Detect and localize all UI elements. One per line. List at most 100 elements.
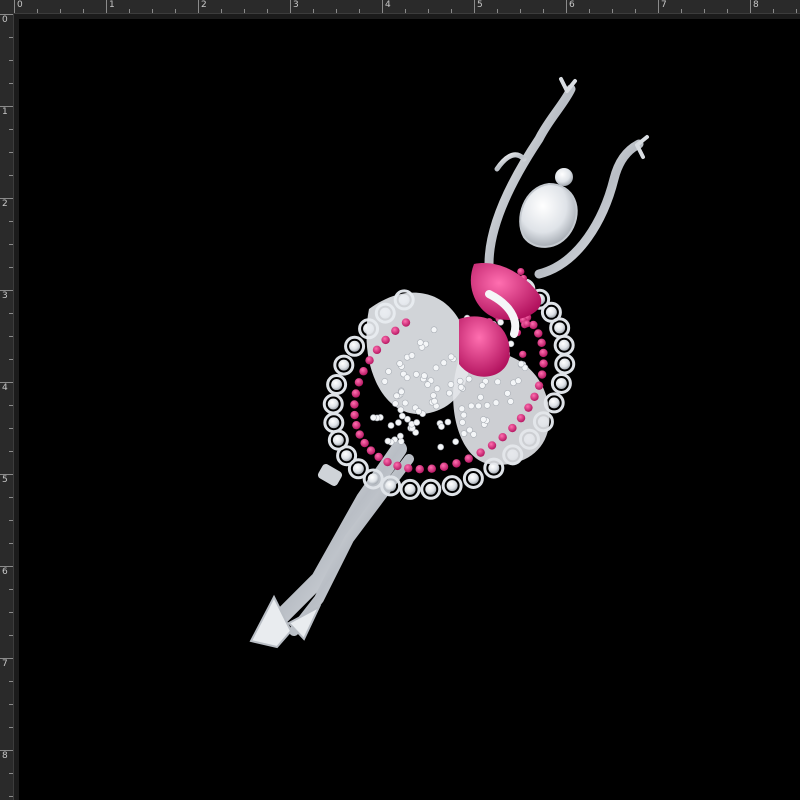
pave-stone: [397, 438, 405, 445]
ruler-label: 3: [2, 291, 8, 301]
ruler-tick: [9, 405, 13, 406]
pave-stone: [438, 423, 445, 430]
ruler-tick: [9, 796, 13, 797]
ruby-stone: [354, 378, 364, 387]
bezel-crystal: [555, 377, 567, 389]
pave-stone: [381, 378, 389, 385]
pave-stone: [468, 402, 475, 410]
pave-stone: [504, 390, 511, 397]
ruby-stone: [476, 448, 485, 457]
bezel-crystal: [352, 463, 364, 475]
pave-stone: [480, 416, 487, 423]
pave-stone: [415, 408, 422, 415]
ruby-stone: [519, 350, 527, 358]
ruby-stone: [534, 329, 543, 338]
ruler-tick: [681, 9, 682, 13]
ruby-stone: [359, 367, 368, 376]
bezel-crystal: [327, 398, 339, 410]
bezel-crystal: [446, 480, 458, 492]
ballerina-brooch-icon: [249, 77, 649, 649]
pave-stone: [395, 419, 402, 426]
ruler-tick: [267, 9, 268, 13]
ruler-tick: [543, 9, 544, 13]
ruby-stone: [381, 335, 390, 345]
horizontal-ruler[interactable]: 0 1 2 3 4 5 6 7 8: [14, 0, 800, 14]
pave-stone: [384, 437, 392, 445]
pave-stone: [420, 372, 428, 379]
pave-stone: [403, 374, 411, 381]
ruby-stone: [498, 432, 507, 442]
ruler-label: 4: [385, 0, 391, 10]
canvas-area[interactable]: [14, 14, 800, 800]
ruby-stone: [365, 356, 374, 365]
ruler-tick: [9, 727, 13, 728]
ruler-tick: [198, 0, 199, 13]
ruler-tick: [9, 773, 13, 774]
ruler-tick: [9, 681, 13, 682]
pave-stone: [494, 378, 501, 386]
pave-stone: [370, 414, 377, 421]
pave-stone: [396, 360, 404, 367]
ruby-stone: [374, 452, 383, 462]
ruler-tick: [497, 9, 498, 13]
ruby-stone: [360, 438, 369, 448]
image-canvas[interactable]: [19, 19, 800, 800]
ruler-tick: [428, 9, 429, 13]
ruler-tick: [83, 9, 84, 13]
ruler-tick: [750, 0, 751, 13]
ruby-stone: [404, 464, 413, 473]
ruler-tick: [9, 612, 13, 613]
pave-stone: [446, 389, 453, 397]
pave-stone: [492, 399, 500, 406]
ruler-label: 8: [753, 0, 759, 10]
ruler-tick: [336, 9, 337, 13]
pave-stone: [432, 364, 440, 372]
bezel-crystal: [404, 483, 416, 495]
pave-stone: [457, 383, 465, 391]
ruby-stone: [537, 370, 547, 379]
ruler-label: 6: [569, 0, 575, 10]
pave-stone: [458, 405, 466, 413]
pave-stone: [517, 360, 525, 368]
ruler-tick: [9, 60, 13, 61]
pave-stone: [408, 352, 416, 359]
bezel-crystal: [341, 450, 353, 462]
ruler-label: 7: [2, 659, 8, 669]
pave-stone: [424, 381, 431, 388]
pave-stone: [460, 411, 468, 419]
ruby-stone: [508, 423, 517, 433]
ruler-label: 3: [293, 0, 299, 10]
bezel-crystal: [349, 340, 361, 352]
ruler-tick: [9, 359, 13, 360]
bezel-crystal: [545, 306, 557, 318]
ruler-tick: [290, 0, 291, 13]
vertical-ruler[interactable]: 0 1 2 3 4 5 6 7 8: [0, 14, 14, 800]
ruler-tick: [796, 9, 797, 13]
ruby-stone: [534, 381, 544, 390]
ruler-tick: [773, 9, 774, 13]
ruler-label: 7: [661, 0, 667, 10]
ruler-tick: [9, 37, 13, 38]
ruby-stone: [487, 441, 497, 450]
ruby-stone: [427, 464, 436, 473]
ruler-tick: [9, 221, 13, 222]
ruler-tick: [9, 451, 13, 452]
ruler-tick: [727, 9, 728, 13]
pave-stone: [507, 398, 514, 405]
ruler-tick: [359, 9, 360, 13]
bezel-crystal: [367, 473, 379, 485]
ruler-tick: [9, 336, 13, 337]
ruler-label: 6: [2, 567, 8, 577]
ruler-tick: [37, 9, 38, 13]
pave-stone: [452, 438, 459, 445]
pave-stone: [475, 402, 482, 410]
ruby-stone: [366, 446, 376, 455]
pave-stone: [413, 419, 421, 426]
ruby-stone: [464, 454, 473, 463]
bezel-crystal: [425, 483, 437, 495]
pave-stone: [385, 368, 392, 375]
ruby-stone: [355, 430, 364, 439]
ruler-tick: [704, 9, 705, 13]
ruler-tick: [9, 543, 13, 544]
bezel-crystal: [554, 322, 566, 334]
